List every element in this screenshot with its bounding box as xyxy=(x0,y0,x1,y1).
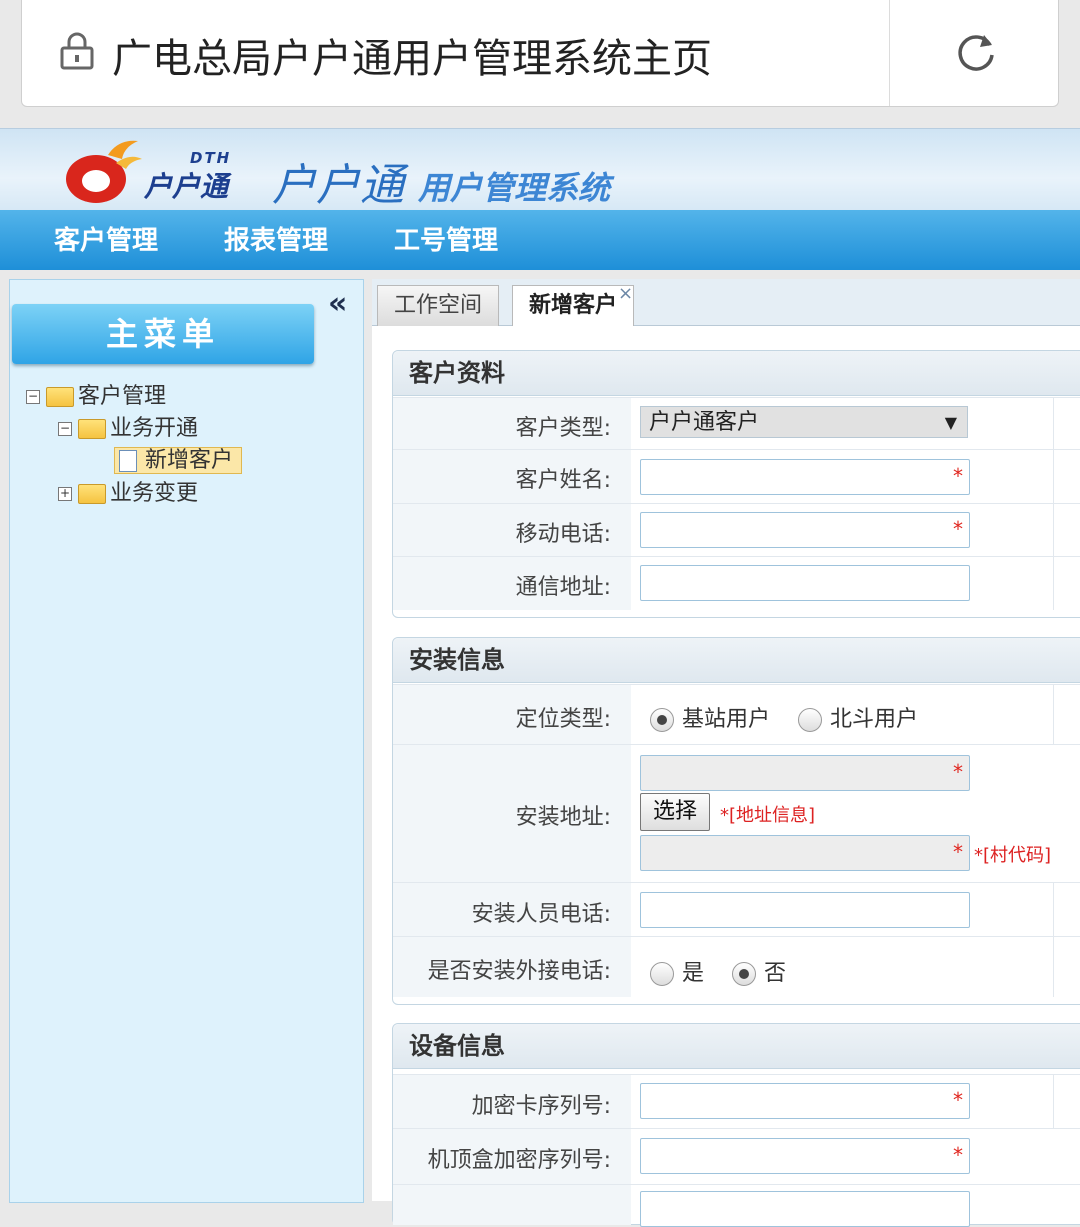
app-banner: DTH 户户通 户户通 用户管理系统 xyxy=(0,128,1080,211)
form-row: 客户类型: 户户通客户 ▼ xyxy=(393,397,1080,450)
tab-workspace[interactable]: 工作空间 xyxy=(377,285,500,326)
form-row: 客户姓名: * xyxy=(393,449,1080,504)
radio-base-station[interactable] xyxy=(650,708,674,732)
nav-staff-management[interactable]: 工号管理 xyxy=(394,220,498,257)
tree-label: 业务开通 xyxy=(110,416,199,441)
panel-title: 客户资料 xyxy=(393,351,1080,396)
form-label: 安装地址: xyxy=(393,745,631,883)
form-label: 定位类型: xyxy=(393,685,631,745)
browser-url-bar[interactable]: 广电总局户户通用户管理系统主页 xyxy=(21,0,1059,107)
tree-label: 新增客户 xyxy=(145,448,234,473)
stb-serial-input[interactable]: * xyxy=(640,1138,970,1174)
main-nav: 客户管理 报表管理 工号管理 xyxy=(0,210,1080,270)
radio-ext-no[interactable] xyxy=(732,962,757,986)
form-row: 通信地址: xyxy=(393,556,1080,610)
expand-icon[interactable]: + xyxy=(58,487,72,501)
collapse-icon[interactable]: − xyxy=(58,422,72,436)
install-info-panel: 安装信息 定位类型: 基站用户 北斗用户 安装地址: * 选择 *[地址信息] … xyxy=(392,637,1080,1005)
required-mark: * xyxy=(953,1088,963,1112)
radio-ext-yes[interactable] xyxy=(650,962,674,986)
form-label: 通信地址: xyxy=(393,557,631,610)
tree-label: 业务变更 xyxy=(110,481,199,506)
form-row: 安装地址: * 选择 *[地址信息] * *[村代码] xyxy=(393,744,1080,883)
tree-selected-item[interactable]: 新增客户 xyxy=(114,447,243,474)
device-info-panel: 设备信息 加密卡序列号: * 机顶盒加密序列号: * xyxy=(392,1023,1080,1227)
form-row: 移动电话: * xyxy=(393,503,1080,557)
required-mark: * xyxy=(953,1143,963,1167)
tab-new-customer[interactable]: 新增客户 xyxy=(512,285,635,326)
customer-info-panel: 客户资料 客户类型: 户户通客户 ▼ 客户姓名: * 移动电话: * 通信地址: xyxy=(392,350,1080,618)
logo-icon xyxy=(66,140,142,203)
folder-open-icon xyxy=(78,419,106,439)
panel-title: 设备信息 xyxy=(393,1024,1080,1069)
form-row xyxy=(393,1184,1080,1227)
form-row: 机顶盒加密序列号: * xyxy=(393,1128,1080,1185)
dropdown-arrow-icon: ▼ xyxy=(944,413,957,432)
tree-node-new-customer[interactable]: 新增客户 xyxy=(114,442,243,474)
mail-address-input[interactable] xyxy=(640,565,970,601)
required-mark: * xyxy=(953,517,963,541)
required-mark: * xyxy=(953,464,963,488)
form-row: 定位类型: 基站用户 北斗用户 xyxy=(393,684,1080,745)
form-row: 是否安装外接电话: 是 否 xyxy=(393,936,1080,997)
form-label: 安装人员电话: xyxy=(393,883,631,937)
village-code-hint: *[村代码] xyxy=(974,845,1052,866)
installer-phone-input[interactable] xyxy=(640,892,970,928)
address-hint: *[地址信息] xyxy=(720,805,816,826)
radio-beidou[interactable] xyxy=(798,708,823,732)
village-code-field[interactable]: * xyxy=(640,835,970,871)
logo-small-text: 户户通 xyxy=(144,170,229,203)
install-address-field[interactable]: * xyxy=(640,755,970,791)
lock-icon xyxy=(60,32,94,70)
locate-type-options: 基站用户 北斗用户 xyxy=(650,701,918,733)
tree-node-customer-management[interactable]: − 客户管理 xyxy=(26,378,166,410)
collapse-sidebar-icon[interactable]: « xyxy=(328,286,347,321)
external-phone-options: 是 否 xyxy=(650,955,786,987)
tree-label: 客户管理 xyxy=(78,384,167,409)
customer-name-input[interactable]: * xyxy=(640,459,970,495)
tree-node-business-change[interactable]: + 业务变更 xyxy=(58,475,198,507)
customer-type-select[interactable]: 户户通客户 ▼ xyxy=(640,406,968,438)
folder-open-icon xyxy=(46,387,74,407)
folder-icon xyxy=(78,484,106,504)
logo-subtitle: 用户管理系统 xyxy=(418,169,611,207)
divider xyxy=(889,0,890,106)
form-row: 加密卡序列号: * xyxy=(393,1074,1080,1129)
form-label xyxy=(393,1185,631,1225)
document-icon xyxy=(119,450,137,472)
page-title: 广电总局户户通用户管理系统主页 xyxy=(112,36,712,82)
main-menu-header: 主菜单 xyxy=(12,304,314,364)
sidebar: « 主菜单 − 客户管理 − 业务开通 新增客户 + 业务变更 xyxy=(9,279,364,1203)
form-label: 是否安装外接电话: xyxy=(393,937,631,997)
partial-input[interactable] xyxy=(640,1191,970,1227)
required-mark: * xyxy=(953,840,963,864)
card-serial-input[interactable]: * xyxy=(640,1083,970,1119)
choose-address-button[interactable]: 选择 xyxy=(640,793,711,831)
tree-node-business-open[interactable]: − 业务开通 xyxy=(58,410,198,442)
panel-title: 安装信息 xyxy=(393,638,1080,683)
nav-customer-management[interactable]: 客户管理 xyxy=(54,220,158,257)
nav-report-management[interactable]: 报表管理 xyxy=(224,220,328,257)
close-tab-icon[interactable]: × xyxy=(618,283,633,304)
form-label: 移动电话: xyxy=(393,504,631,557)
form-label: 机顶盒加密序列号: xyxy=(393,1129,631,1185)
required-mark: * xyxy=(953,760,963,784)
form-label: 客户类型: xyxy=(393,398,631,450)
form-label: 加密卡序列号: xyxy=(393,1075,631,1129)
reload-icon[interactable] xyxy=(954,29,998,73)
tab-strip: 工作空间 新增客户 xyxy=(372,279,1080,326)
mobile-phone-input[interactable]: * xyxy=(640,512,970,548)
collapse-icon[interactable]: − xyxy=(26,390,40,404)
form-row: 安装人员电话: xyxy=(393,882,1080,937)
form-label: 客户姓名: xyxy=(393,450,631,504)
logo-title: 户户通 xyxy=(272,160,404,211)
